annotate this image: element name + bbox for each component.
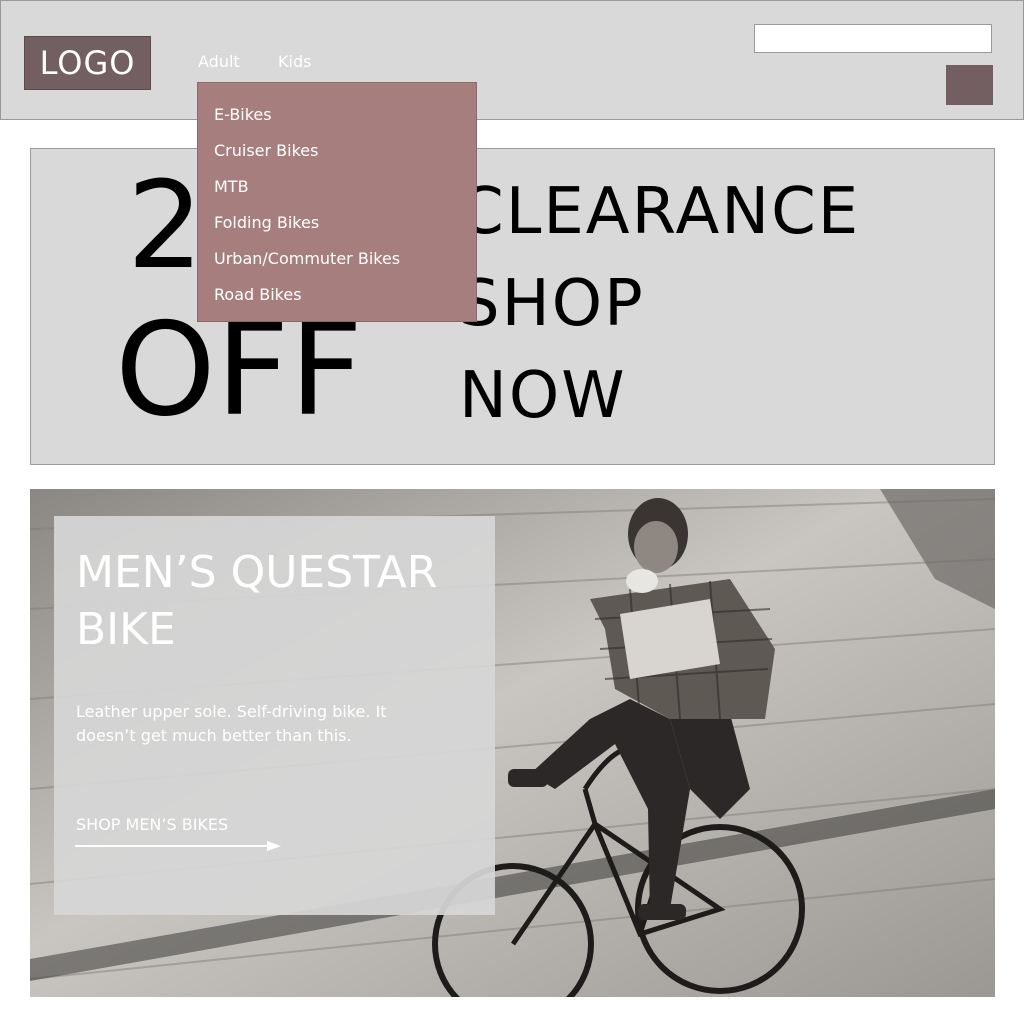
hero-title: MEN’S QUESTAR BIKE [76, 547, 438, 655]
nav-item-kids[interactable]: Kids [278, 52, 311, 71]
hero-description: Leather upper sole. Self-driving bike. I… [76, 702, 387, 745]
menu-item-mtb[interactable]: MTB [214, 177, 249, 196]
search-button[interactable] [946, 65, 993, 105]
shop-heading: SHOP [459, 267, 645, 341]
clearance-banner[interactable]: 25% OFF CLEARANCE SHOP NOW [30, 148, 995, 465]
shop-mens-bikes-link[interactable]: SHOP MEN’S BIKES [76, 815, 228, 834]
hero-section: MEN’S QUESTAR BIKE Leather upper sole. S… [30, 489, 995, 997]
adult-dropdown-menu: E-Bikes Cruiser Bikes MTB Folding Bikes … [197, 82, 477, 322]
arrow-right-icon[interactable] [75, 840, 285, 852]
search-input[interactable] [754, 24, 992, 53]
nav-item-adult[interactable]: Adult [198, 52, 240, 71]
discount-off: OFF [115, 296, 363, 445]
site-logo[interactable]: LOGO [24, 36, 151, 90]
clearance-heading: CLEARANCE [459, 175, 861, 249]
now-heading: NOW [459, 359, 627, 433]
menu-item-road-bikes[interactable]: Road Bikes [214, 285, 302, 304]
menu-item-cruiser-bikes[interactable]: Cruiser Bikes [214, 141, 318, 160]
menu-item-urban-commuter-bikes[interactable]: Urban/Commuter Bikes [214, 249, 400, 268]
menu-item-e-bikes[interactable]: E-Bikes [214, 105, 272, 124]
menu-item-folding-bikes[interactable]: Folding Bikes [214, 213, 319, 232]
hero-text-panel: MEN’S QUESTAR BIKE Leather upper sole. S… [54, 516, 495, 915]
site-header: LOGO Adult Kids [0, 0, 1024, 120]
